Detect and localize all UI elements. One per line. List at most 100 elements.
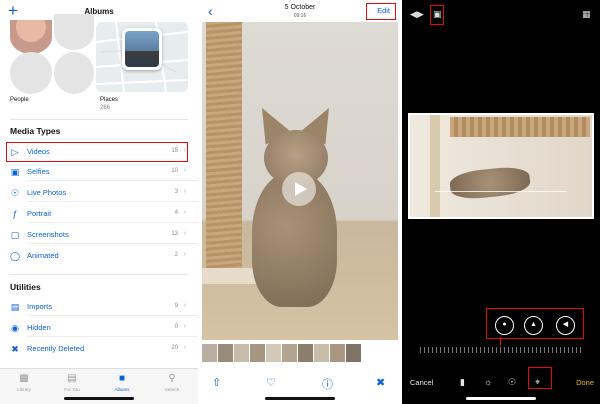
media-type-screenshots[interactable]: ▢ Screenshots 13 › — [0, 226, 198, 244]
thumbnail[interactable] — [234, 344, 249, 362]
photo-viewer-screen: ‹ 5 October 09:16 Edit ⇧ ♡ ⓘ ✖ — [202, 0, 398, 404]
portrait-icon: ƒ — [12, 209, 18, 219]
places-count: 266 — [100, 105, 111, 111]
crop-preview-frame[interactable] — [408, 113, 594, 219]
row-label: Animated — [27, 251, 59, 260]
chevron-right-icon: › — [183, 302, 186, 309]
chevron-right-icon: › — [183, 344, 186, 351]
media-type-selfies[interactable]: ▣ Selfies 10 › — [0, 163, 198, 181]
tab-for-you[interactable]: ▤ For You — [52, 373, 92, 392]
tab-albums[interactable]: ■ Albums — [102, 373, 142, 392]
thumbnail[interactable] — [314, 344, 329, 362]
animated-icon: ◯ — [10, 251, 21, 261]
trash-icon[interactable]: ✖ — [376, 376, 385, 389]
row-label: Recently Deleted — [27, 344, 85, 353]
adjust-icon[interactable]: ☼ — [484, 377, 492, 387]
pointer-line — [500, 337, 501, 346]
people-label[interactable]: People — [10, 97, 29, 103]
info-icon[interactable]: ⓘ — [322, 376, 333, 392]
row-count: 2 — [174, 252, 178, 258]
editor-bottom-bar: Cancel ▮ ☼ ☉ ⌖ Done — [402, 368, 600, 404]
places-label[interactable]: Places — [100, 97, 118, 103]
row-label: Imports — [27, 302, 53, 311]
chevron-right-icon: › — [183, 230, 186, 237]
divider — [10, 274, 188, 275]
row-label: Screenshots — [27, 230, 69, 239]
media-type-portrait[interactable]: ƒ Portrait 4 › — [0, 205, 198, 223]
place-thumbnail — [122, 28, 162, 70]
import-icon: ▤ — [10, 302, 20, 312]
thumbnail-strip[interactable] — [202, 340, 398, 366]
tab-label: Library — [17, 387, 31, 392]
chevron-right-icon: › — [183, 188, 186, 195]
crop-highlight-box — [528, 367, 552, 389]
thumbnail[interactable] — [346, 344, 361, 362]
person-avatar[interactable] — [54, 52, 94, 94]
utility-hidden[interactable]: ◉ Hidden 0 › — [0, 319, 198, 337]
albums-screen: + Albums People Places 266 Media Types ▷… — [0, 0, 198, 404]
scratching-post — [450, 117, 590, 137]
video-camera-icon[interactable]: ▮ — [460, 377, 465, 388]
utility-recently-deleted[interactable]: ✖ Recently Deleted 20 › — [0, 340, 198, 358]
row-label: Hidden — [27, 323, 51, 332]
edit-highlight-box — [366, 3, 396, 20]
adjust-buttons-highlight-box — [486, 308, 584, 339]
flip-icon[interactable]: ◀▶ — [410, 9, 424, 20]
chevron-right-icon: › — [183, 167, 186, 174]
angle-ruler-slider[interactable] — [420, 347, 582, 353]
home-indicator — [466, 397, 536, 400]
media-type-live-photos[interactable]: ☉ Live Photos 3 › — [0, 184, 198, 202]
person-avatar[interactable] — [54, 14, 94, 50]
thumbnail[interactable] — [282, 344, 297, 362]
share-icon[interactable]: ⇧ — [212, 376, 221, 389]
aspect-ratio-icon[interactable]: ▦ — [582, 9, 591, 20]
albums-icon: ■ — [118, 373, 126, 384]
tab-library[interactable]: ▩ Library — [4, 373, 44, 392]
row-count: 9 — [174, 303, 178, 309]
screenshot-icon: ▢ — [10, 230, 20, 240]
play-icon[interactable] — [282, 172, 316, 206]
thumbnail[interactable] — [218, 344, 233, 362]
video-editor-screen: ◀▶ ▣ ▦ ● ▲ ◀ Cancel ▮ ☼ ☉ ⌖ Done — [402, 0, 600, 404]
row-label: Selfies — [27, 167, 50, 176]
done-button[interactable]: Done — [576, 378, 594, 387]
video-photo[interactable] — [202, 22, 398, 340]
utilities-title: Utilities — [10, 282, 41, 292]
live-photo-icon: ☉ — [10, 188, 20, 198]
post-pole — [430, 115, 440, 217]
thumbnail[interactable] — [202, 344, 217, 362]
home-indicator — [265, 397, 335, 400]
thumbnail[interactable] — [266, 344, 281, 362]
row-count: 13 — [171, 231, 178, 237]
tab-label: For You — [64, 387, 80, 392]
tab-label: Albums — [114, 387, 130, 392]
utility-imports[interactable]: ▤ Imports 9 › — [0, 298, 198, 316]
thumbnail[interactable] — [298, 344, 313, 362]
row-count: 4 — [174, 210, 178, 216]
row-count: 0 — [174, 324, 178, 330]
favorite-heart-icon[interactable]: ♡ — [266, 376, 276, 389]
filter-icon[interactable]: ☉ — [508, 377, 516, 388]
page-title: Albums — [84, 7, 114, 16]
scrubber-line — [435, 191, 567, 192]
row-count: 3 — [174, 189, 178, 195]
tab-search[interactable]: ⚲ Search — [152, 373, 192, 392]
cancel-button[interactable]: Cancel — [410, 378, 433, 387]
thumbnail[interactable] — [330, 344, 345, 362]
hidden-icon: ◉ — [11, 323, 19, 333]
cat-body — [448, 164, 532, 202]
library-icon: ▩ — [19, 373, 29, 384]
row-count: 10 — [171, 168, 178, 174]
tab-bar: ▩ Library ▤ For You ■ Albums ⚲ Search — [0, 368, 198, 404]
places-map[interactable] — [96, 22, 188, 92]
home-indicator — [64, 397, 134, 400]
selfie-icon: ▣ — [10, 167, 20, 177]
person-avatar[interactable] — [10, 20, 52, 54]
viewer-toolbar: ⇧ ♡ ⓘ ✖ — [202, 368, 398, 404]
media-type-animated[interactable]: ◯ Animated 2 › — [0, 247, 198, 265]
thumbnail[interactable] — [250, 344, 265, 362]
videos-highlight-box — [6, 142, 188, 162]
rotate-highlight-box — [430, 5, 444, 25]
person-avatar[interactable] — [10, 52, 52, 94]
row-count: 20 — [171, 345, 178, 351]
